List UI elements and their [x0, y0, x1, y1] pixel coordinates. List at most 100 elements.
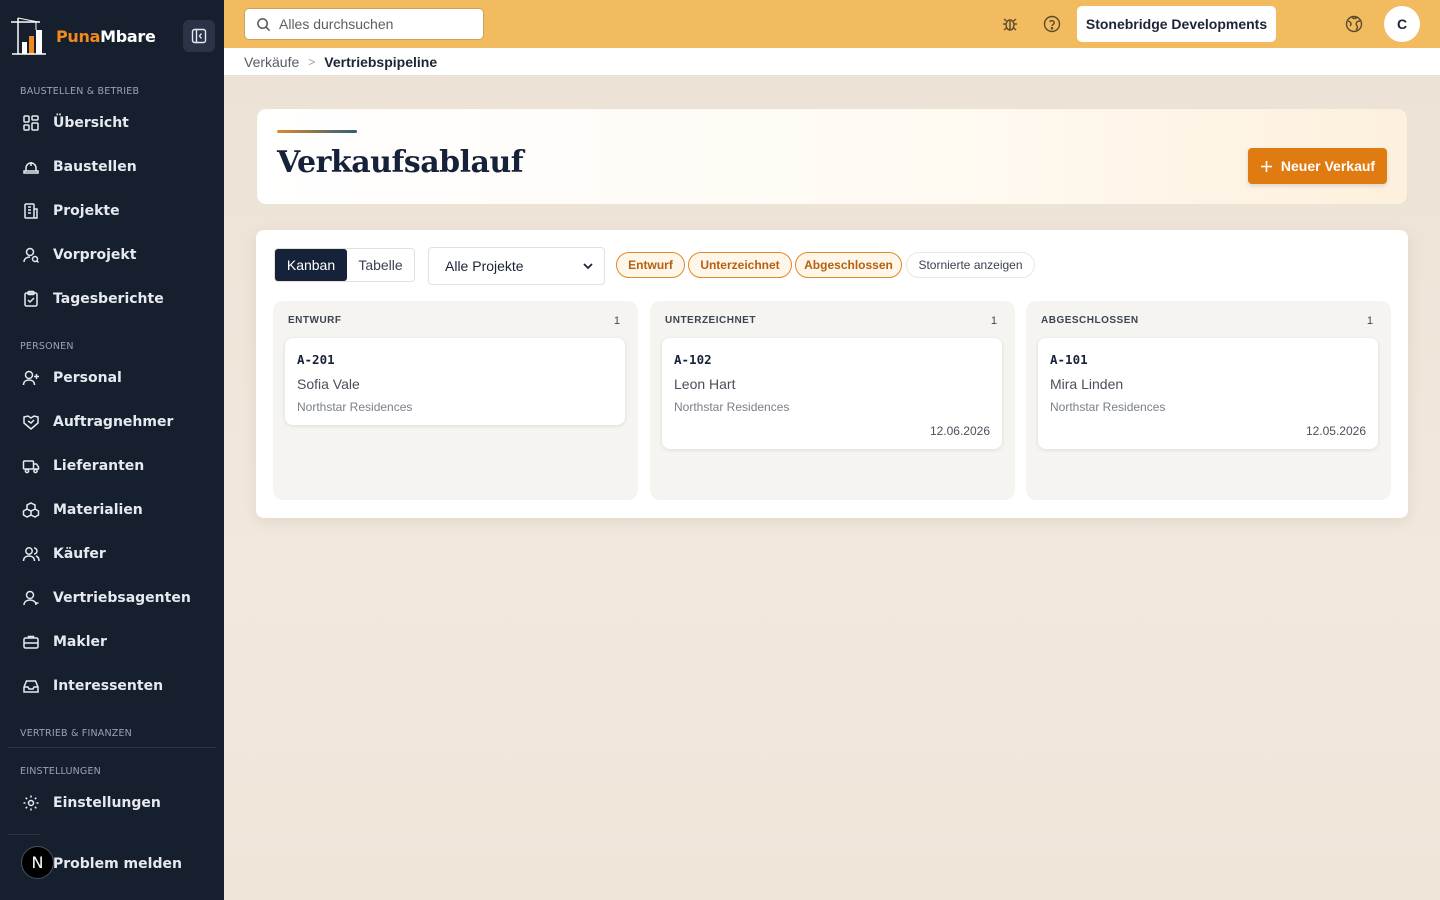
- chevron-down-icon: [583, 263, 593, 270]
- deal-buyer: Mira Linden: [1050, 376, 1124, 392]
- sidebar-item-label: Vorprojekt: [53, 247, 137, 263]
- breadcrumb-separator: >: [308, 54, 316, 69]
- deal-card[interactable]: A-102 Leon Hart Northstar Residences 12.…: [662, 338, 1002, 449]
- kanban-column-signed: UNTERZEICHNET 1 A-102 Leon Hart Northsta…: [650, 301, 1015, 500]
- sidebar-item-label: Auftragnehmer: [53, 414, 174, 430]
- sidebar-item-daily-reports[interactable]: Tagesberichte: [0, 279, 224, 319]
- section-label-people: PERSONEN: [20, 341, 74, 352]
- deal-buyer: Sofia Vale: [297, 376, 360, 392]
- deal-code: A-101: [1050, 352, 1088, 367]
- sidebar-item-label: Materialien: [53, 502, 143, 518]
- clipboard-icon: [24, 290, 38, 307]
- sidebar-item-label: Makler: [53, 634, 107, 650]
- kanban-column-closed: ABGESCHLOSSEN 1 A-101 Mira Linden Norths…: [1026, 301, 1391, 500]
- status-chip-draft[interactable]: Entwurf: [616, 252, 685, 278]
- bug-report-button[interactable]: [1000, 14, 1020, 34]
- language-button[interactable]: [1344, 14, 1364, 34]
- sidebar-item-sites[interactable]: Baustellen: [0, 147, 224, 187]
- sidebar-item-brokers[interactable]: Makler: [0, 622, 224, 662]
- sidebar-item-staff[interactable]: Personal: [0, 358, 224, 398]
- sidebar-divider: [8, 747, 216, 748]
- accent-line: [277, 130, 357, 133]
- deal-buyer: Leon Hart: [674, 376, 736, 392]
- status-chip-closed[interactable]: Abgeschlossen: [795, 252, 902, 278]
- search-icon: [257, 17, 271, 31]
- bug-icon: [1003, 18, 1017, 31]
- column-count: 1: [1366, 315, 1373, 327]
- truck-icon: [22, 460, 40, 474]
- search-input[interactable]: [279, 16, 469, 32]
- deal-date: 12.05.2026: [1305, 424, 1366, 438]
- dashboard-icon: [23, 115, 39, 131]
- sidebar-item-label: Interessenten: [53, 678, 164, 694]
- sidebar-item-label: Einstellungen: [53, 795, 161, 811]
- user-icon: [23, 590, 39, 606]
- sidebar-item-label: Tagesberichte: [53, 291, 164, 307]
- sidebar-item-materials[interactable]: Materialien: [0, 490, 224, 530]
- sidebar-item-label: Personal: [53, 370, 122, 386]
- sidebar-collapse-button[interactable]: [183, 20, 215, 52]
- breadcrumb-link-sales[interactable]: Verkäufe: [244, 54, 299, 70]
- pipeline-board: Kanban Tabelle Alle Projekte Entwurf Unt…: [256, 230, 1408, 518]
- briefcase-icon: [23, 635, 39, 649]
- gear-icon: [23, 795, 39, 811]
- brand-name: PunaMbare: [56, 26, 156, 46]
- deal-project: Northstar Residences: [1050, 400, 1166, 414]
- top-bar: Stonebridge Developments C: [224, 0, 1440, 48]
- project-filter-value: Alle Projekte: [445, 258, 524, 274]
- sidebar-item-label: Vertriebsagenten: [53, 590, 191, 606]
- sidebar-item-projects[interactable]: Projekte: [0, 191, 224, 231]
- breadcrumb-current: Vertriebspipeline: [324, 53, 438, 70]
- brand-logo[interactable]: PunaMbare: [8, 16, 156, 56]
- user-search-icon: [23, 247, 40, 264]
- section-label-settings: EINSTELLUNGEN: [20, 766, 101, 777]
- sidebar-divider: [8, 834, 40, 835]
- new-sale-button[interactable]: Neuer Verkauf: [1248, 148, 1387, 184]
- column-count: 1: [990, 315, 997, 327]
- panel-left-icon: [191, 28, 207, 44]
- hardhat-icon: [23, 162, 39, 174]
- sidebar-item-leads[interactable]: Interessenten: [0, 666, 224, 706]
- view-table-button[interactable]: Tabelle: [347, 249, 414, 281]
- sidebar-item-label: Projekte: [53, 203, 120, 219]
- users-icon: [22, 547, 40, 562]
- page-header: Verkaufsablauf Neuer Verkauf: [256, 108, 1408, 205]
- section-label-sales: VERTRIEB & FINANZEN: [20, 728, 132, 739]
- column-title: UNTERZEICHNET: [665, 315, 756, 326]
- company-switcher-button[interactable]: Stonebridge Developments: [1077, 6, 1276, 42]
- help-circle-icon: [1043, 15, 1061, 33]
- status-chip-signed[interactable]: Unterzeichnet: [688, 252, 792, 278]
- sidebar-item-preproject[interactable]: Vorprojekt: [0, 235, 224, 275]
- sidebar-item-buyers[interactable]: Käufer: [0, 534, 224, 574]
- handshake-icon: [23, 415, 39, 430]
- deal-code: A-102: [674, 352, 712, 367]
- sidebar-item-sales-agents[interactable]: Vertriebsagenten: [0, 578, 224, 618]
- deal-code: A-201: [297, 352, 335, 367]
- crane-logo-icon: [11, 17, 46, 55]
- project-filter-select[interactable]: Alle Projekte: [428, 247, 605, 285]
- new-sale-label: Neuer Verkauf: [1280, 158, 1376, 174]
- user-avatar[interactable]: C: [1384, 6, 1420, 42]
- global-search[interactable]: [244, 8, 484, 40]
- view-toggle: Kanban Tabelle: [274, 248, 415, 282]
- sidebar-item-contractors[interactable]: Auftragnehmer: [0, 402, 224, 442]
- help-button[interactable]: [1042, 14, 1062, 34]
- dev-tools-badge[interactable]: N: [21, 846, 54, 879]
- deal-card[interactable]: A-201 Sofia Vale Northstar Residences: [285, 338, 625, 425]
- sidebar-item-suppliers[interactable]: Lieferanten: [0, 446, 224, 486]
- column-title: ENTWURF: [288, 315, 342, 326]
- sidebar-item-label: Käufer: [53, 546, 106, 562]
- sidebar: PunaMbare BAUSTELLEN & BETRIEB Übersicht…: [0, 0, 224, 900]
- show-cancelled-toggle[interactable]: Stornierte anzeigen: [906, 252, 1035, 278]
- kanban-column-draft: ENTWURF 1 A-201 Sofia Vale Northstar Res…: [273, 301, 638, 500]
- deal-date: 12.06.2026: [929, 424, 990, 438]
- sidebar-item-settings[interactable]: Einstellungen: [0, 783, 224, 823]
- deal-project: Northstar Residences: [297, 400, 413, 414]
- sidebar-item-overview[interactable]: Übersicht: [0, 103, 224, 143]
- view-kanban-button[interactable]: Kanban: [275, 249, 347, 281]
- section-label-ops: BAUSTELLEN & BETRIEB: [20, 86, 140, 97]
- sidebar-item-label: Übersicht: [53, 115, 129, 131]
- deal-card[interactable]: A-101 Mira Linden Northstar Residences 1…: [1038, 338, 1378, 449]
- globe-icon: [1345, 15, 1363, 33]
- sidebar-item-label: Lieferanten: [53, 458, 145, 474]
